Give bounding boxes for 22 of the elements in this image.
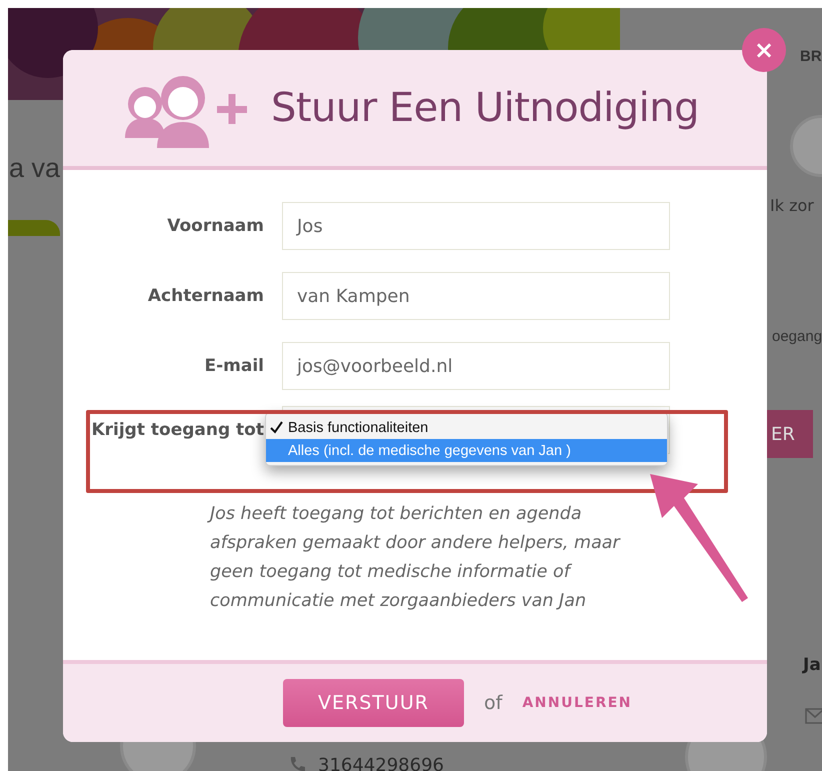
dialog-title: Stuur Een Uitnodiging xyxy=(270,85,700,131)
field-label: Krijgt toegang tot xyxy=(90,420,264,440)
field-label: Achternaam xyxy=(146,286,264,306)
input-field[interactable]: Jos xyxy=(282,202,670,250)
side-text: oegang xyxy=(772,328,822,345)
phone-icon xyxy=(288,756,306,771)
page-heading: a va xyxy=(9,153,60,184)
field-label: E-mail xyxy=(203,356,264,376)
envelope-icon xyxy=(805,708,822,724)
contact-name: Ja xyxy=(803,655,821,675)
dropdown-option[interactable]: Basis functionaliteiten xyxy=(266,416,667,439)
separator-text: of xyxy=(484,692,502,714)
phone-number: 31644298696 xyxy=(318,755,444,771)
dropdown-option[interactable]: Alles (incl. de medische gegevens van Jan ) xyxy=(266,439,667,462)
cancel-link[interactable]: ANNULEREN xyxy=(522,695,632,711)
nav-item[interactable]: BR xyxy=(800,48,822,65)
input-field[interactable]: jos@voorbeeld.nl xyxy=(282,342,670,390)
tab-shape xyxy=(8,220,60,236)
field-label: Voornaam xyxy=(166,216,264,236)
submit-button[interactable]: VERSTUUR xyxy=(283,679,464,727)
avatar-caption: Ik zor xyxy=(770,196,814,215)
input-field[interactable]: van Kampen xyxy=(282,272,670,320)
